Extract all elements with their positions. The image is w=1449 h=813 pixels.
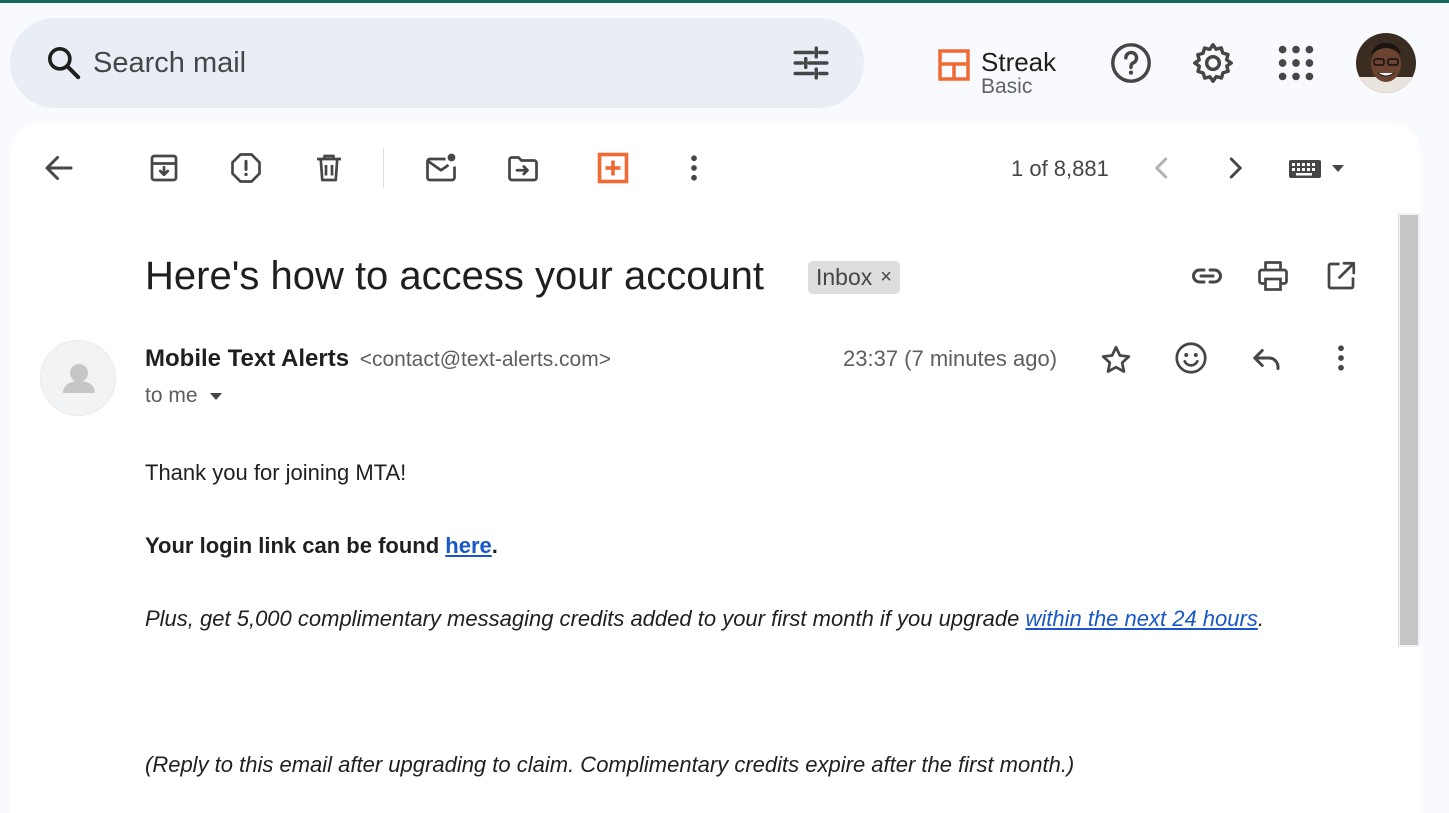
remove-label-button[interactable]: × (880, 266, 892, 289)
body-paragraph-note: (Reply to this email after upgrading to … (145, 752, 1075, 777)
open-in-new-window-icon[interactable] (1323, 258, 1359, 294)
label-chip-text: Inbox (816, 264, 873, 290)
sender-email: <contact@text-alerts.com> (359, 348, 611, 371)
older-chevron-right-icon[interactable] (1217, 150, 1253, 186)
top-accent-bar (0, 0, 1449, 3)
streak-add-icon[interactable] (595, 150, 631, 186)
back-arrow-icon[interactable] (41, 150, 77, 186)
print-icon[interactable] (1255, 258, 1291, 294)
pager-count: 1 of 8,881 (1011, 156, 1109, 181)
streak-logo-icon (938, 49, 970, 81)
login-suffix: . (491, 533, 498, 558)
scrollbar-thumb[interactable] (1400, 215, 1418, 645)
message-pane: 1 of 8,881 Here's how to access your acc… (11, 124, 1420, 813)
link-icon[interactable] (1189, 258, 1225, 294)
move-to-icon[interactable] (505, 150, 541, 186)
email-timestamp: 23:37 (7 minutes ago) (843, 346, 1058, 371)
search-bar[interactable]: Search mail (10, 18, 864, 108)
sender-avatar[interactable] (40, 340, 116, 416)
reply-icon[interactable] (1248, 340, 1284, 376)
add-reaction-emoji-icon[interactable] (1173, 340, 1209, 376)
star-icon[interactable] (1098, 342, 1134, 378)
search-input[interactable]: Search mail (93, 45, 246, 81)
account-avatar[interactable] (1356, 33, 1416, 93)
more-options-icon[interactable] (676, 150, 712, 186)
offer-suffix: . (1257, 606, 1264, 631)
newer-chevron-left-icon[interactable] (1144, 150, 1180, 186)
body-paragraph-greeting: Thank you for joining MTA! (145, 460, 407, 485)
email-subject: Here's how to access your account (145, 254, 765, 298)
login-link[interactable]: here (445, 533, 491, 558)
search-icon[interactable] (44, 43, 84, 83)
streak-plan: Basic (981, 75, 1033, 98)
sender-info[interactable]: Mobile Text Alerts <contact@text-alerts.… (145, 344, 611, 375)
archive-icon[interactable] (146, 150, 182, 186)
gear-icon[interactable] (1190, 40, 1236, 86)
upgrade-link[interactable]: within the next 24 hours (1025, 606, 1257, 631)
mark-unread-icon[interactable] (423, 150, 459, 186)
person-icon (63, 364, 95, 393)
body-paragraph-login: Your login link can be found here. (145, 527, 498, 564)
login-text: Your login link can be found (145, 533, 446, 558)
recipient-details[interactable]: to me (145, 383, 224, 409)
sender-name: Mobile Text Alerts (145, 345, 350, 372)
streak-button[interactable]: Streak Basic (938, 46, 1068, 98)
search-options-icon[interactable] (790, 42, 832, 84)
report-spam-icon[interactable] (228, 150, 264, 186)
chevron-down-icon[interactable] (208, 388, 224, 404)
offer-text: Plus, get 5,000 complimentary messaging … (145, 606, 1026, 631)
inbox-label-chip[interactable]: Inbox × (808, 261, 900, 294)
apps-grid-icon[interactable] (1273, 40, 1319, 86)
help-icon[interactable] (1108, 40, 1154, 86)
body-paragraph-offer: Plus, get 5,000 complimentary messaging … (145, 600, 1335, 637)
toolbar-divider (383, 148, 384, 188)
message-more-options-icon[interactable] (1323, 340, 1359, 376)
delete-icon[interactable] (311, 150, 347, 186)
input-tools-keyboard-icon[interactable] (1287, 154, 1349, 184)
recipient-label: to me (145, 384, 198, 407)
